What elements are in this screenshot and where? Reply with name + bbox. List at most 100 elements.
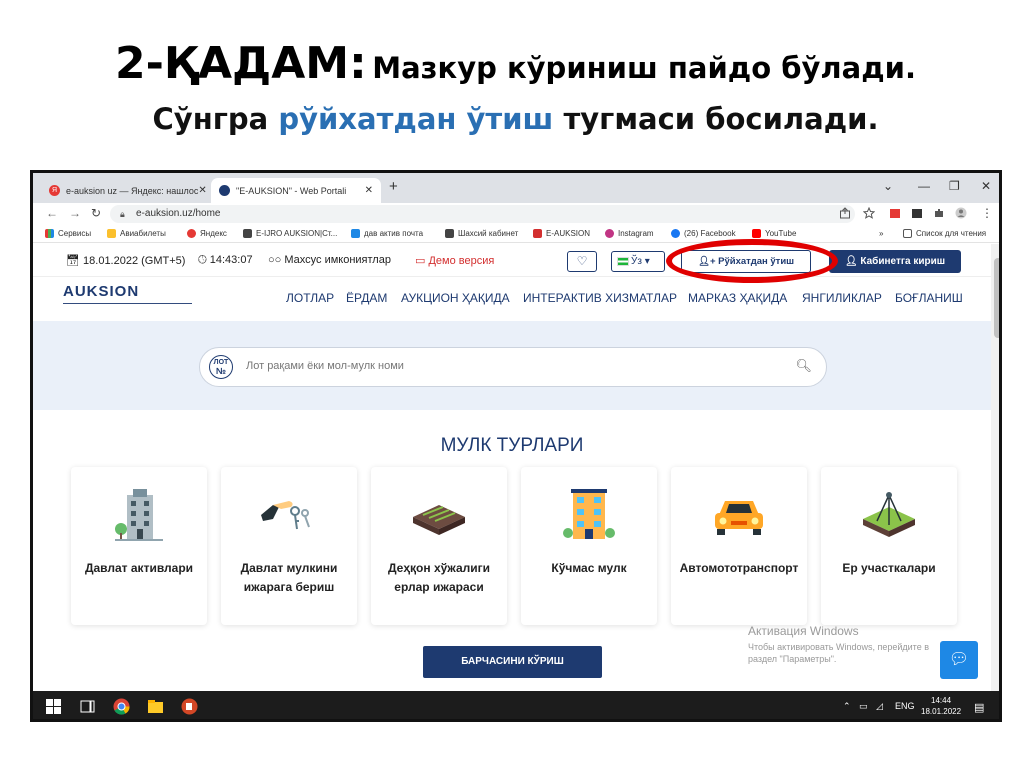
- taskbar-clock[interactable]: 14:44 18.01.2022: [921, 695, 961, 717]
- login-button[interactable]: 👤︎ Кабинетга кириш: [829, 250, 961, 273]
- gavel-icon: [445, 229, 454, 238]
- reading-list[interactable]: Список для чтения: [903, 229, 986, 238]
- nav-news[interactable]: ЯНГИЛИКЛАР: [802, 291, 882, 305]
- tab-label: e-auksion uz — Яндекс: нашлос: [66, 185, 199, 196]
- slide-title-step: 2-ҚАДАМ:: [115, 38, 367, 89]
- bookmark-youtube[interactable]: YouTube: [752, 229, 796, 238]
- close-window-icon[interactable]: ✕: [981, 179, 991, 193]
- tab-yandex[interactable]: Я e-auksion uz — Яндекс: нашлос ✕: [41, 178, 209, 203]
- file-explorer-icon[interactable]: [147, 698, 164, 715]
- puzzle-icon[interactable]: [933, 207, 945, 219]
- login-label: Кабинетга кириш: [860, 256, 946, 267]
- bookmark-services[interactable]: Сервисы: [45, 229, 91, 238]
- search-icon[interactable]: 🔍︎: [795, 358, 812, 374]
- apps-grid-icon: [45, 229, 54, 238]
- card-label: Автомототранспорт: [679, 561, 799, 575]
- lot-number-icon: ЛОТ №: [209, 355, 233, 379]
- tray-chevron-icon[interactable]: ⌃: [843, 701, 851, 712]
- tab-e-auksion[interactable]: "E-AUKSION" - Web Portali ✕: [211, 178, 381, 203]
- card-vehicles[interactable]: Автомототранспорт: [671, 467, 807, 625]
- back-icon[interactable]: ←: [46, 206, 58, 220]
- restore-icon[interactable]: ❐: [949, 179, 960, 193]
- site-logo[interactable]: AUKSION ▬▬▬▬▬▬▬▬▬▬▬▬▬▬▬▬▬▬▬▬▬▬▬▬▬▬▬▬▬▬▬▬…: [63, 283, 192, 305]
- nav-about-auction[interactable]: АУКЦИОН ҲАҚИДА: [401, 291, 510, 305]
- scrollbar-thumb[interactable]: [994, 258, 999, 338]
- bookmark-label: YouTube: [765, 229, 797, 238]
- bookmarks-more[interactable]: »: [879, 229, 883, 238]
- card-label: Ер участкалари: [842, 561, 936, 575]
- bookmark-favicon-icon: [107, 229, 116, 238]
- chrome-icon[interactable]: [113, 698, 130, 715]
- star-icon[interactable]: [863, 207, 875, 219]
- bookmark-instagram[interactable]: Instagram: [605, 229, 654, 238]
- battery-icon[interactable]: ▭: [859, 701, 868, 712]
- bookmark-yandex[interactable]: Яндекс: [187, 229, 227, 238]
- address-bar-row: ← → ↻ 🔒︎ e-auksion.uz/home ⋮: [33, 203, 999, 225]
- nav-help[interactable]: ЁРДАМ: [346, 291, 387, 305]
- windows-taskbar: ⌃ ▭ ◿ ENG 14:44 18.01.2022 ▤: [33, 691, 999, 719]
- card-label: Давлат мулкини ижарага бериш: [240, 561, 338, 594]
- extension-dark-icon[interactable]: [911, 207, 923, 219]
- facebook-icon: [671, 229, 680, 238]
- language-indicator[interactable]: ENG: [895, 701, 915, 711]
- demo-version-link[interactable]: ▭ Демо версия: [415, 254, 494, 267]
- nav-contact[interactable]: БОҒЛАНИШ: [895, 291, 963, 305]
- card-state-property-lease[interactable]: Давлат мулкини ижарага бериш: [221, 467, 357, 625]
- kebab-menu-icon[interactable]: ⋮: [981, 206, 993, 220]
- forward-icon[interactable]: →: [69, 206, 81, 220]
- page-scrollbar[interactable]: [991, 244, 999, 691]
- site-nav: AUKSION ▬▬▬▬▬▬▬▬▬▬▬▬▬▬▬▬▬▬▬▬▬▬▬▬▬▬▬▬▬▬▬▬…: [33, 277, 991, 321]
- profile-icon[interactable]: [955, 207, 967, 219]
- url-bar[interactable]: 🔒︎ e-auksion.uz/home: [110, 205, 855, 223]
- yandex-icon: [187, 229, 196, 238]
- favorites-button[interactable]: ♡: [567, 251, 597, 272]
- chat-button[interactable]: 💬︎: [940, 641, 978, 679]
- reload-icon[interactable]: ↻: [91, 206, 101, 220]
- language-select[interactable]: Ўз ▾: [611, 251, 665, 272]
- share-icon[interactable]: [839, 207, 851, 219]
- new-tab-button[interactable]: +: [389, 178, 398, 195]
- card-real-estate[interactable]: Кўчмас мулк: [521, 467, 657, 625]
- user-icon: 👤︎: [844, 256, 861, 267]
- accessibility-link[interactable]: ○○ Махсус имкониятлар: [268, 254, 391, 266]
- network-icon[interactable]: ◿: [876, 701, 883, 712]
- view-all-button[interactable]: БАРЧАСИНИ КЎРИШ: [423, 646, 602, 678]
- windows-start-icon[interactable]: [45, 698, 62, 715]
- close-icon[interactable]: ✕: [365, 185, 373, 196]
- farmland-icon: [413, 505, 465, 535]
- tab-label: "E-AUKSION" - Web Portali: [236, 185, 347, 196]
- card-farmland-lease[interactable]: Деҳқон хўжалиги ерлар ижараси: [371, 467, 507, 625]
- chevron-down-icon[interactable]: ⌄: [883, 179, 893, 193]
- clock-icon: 🕓︎: [198, 254, 210, 266]
- bookmarks-bar: Сервисы Авиабилеты Яндекс E-IJRO AUKSION…: [33, 225, 999, 243]
- task-view-icon[interactable]: [79, 698, 96, 715]
- bookmark-mail[interactable]: дав актив почта: [351, 229, 423, 238]
- annotation-ellipse: [666, 239, 838, 283]
- powerpoint-icon[interactable]: [181, 698, 198, 715]
- real-estate-icon: [563, 489, 615, 539]
- glasses-icon: ○○: [268, 254, 285, 266]
- nav-interactive-services[interactable]: ИНТЕРАКТИВ ХИЗМАТЛАР: [523, 291, 677, 305]
- activation-line-1: Чтобы активировать Windows, перейдите в: [748, 642, 929, 652]
- time-display: 🕓︎ 14:43:07: [198, 254, 253, 267]
- bookmark-e-ijro[interactable]: E-IJRO AUKSION|Ст...: [243, 229, 337, 238]
- search-input[interactable]: ЛОТ № Лот рақами ёки мол-мулк номи 🔍︎: [199, 347, 827, 387]
- card-state-assets[interactable]: Давлат активлари: [71, 467, 207, 625]
- close-icon[interactable]: ✕: [198, 185, 206, 196]
- bookmark-avia[interactable]: Авиабилеты: [107, 229, 166, 238]
- accessibility-label: Махсус имкониятлар: [284, 254, 391, 266]
- lot-badge-bottom: №: [215, 366, 227, 376]
- bookmark-facebook[interactable]: (26) Facebook: [671, 229, 736, 238]
- notifications-icon[interactable]: ▤: [974, 701, 984, 714]
- nav-lots[interactable]: ЛОТЛАР: [286, 291, 334, 305]
- slide-subtitle-pre: Сўнгра: [152, 102, 269, 136]
- bookmark-label: Авиабилеты: [120, 229, 166, 238]
- card-land-plots[interactable]: Ер участкалари: [821, 467, 957, 625]
- bookmark-e-auksion[interactable]: E-AUKSION: [533, 229, 590, 238]
- heart-icon: ♡: [576, 254, 588, 268]
- extension-red-icon[interactable]: [889, 207, 901, 219]
- bookmark-cabinet[interactable]: Шахсий кабинет: [445, 229, 518, 238]
- minimize-icon[interactable]: —: [918, 179, 930, 193]
- clock-time: 14:44: [931, 696, 952, 705]
- nav-about-center[interactable]: МАРКАЗ ҲАҚИДА: [688, 291, 787, 305]
